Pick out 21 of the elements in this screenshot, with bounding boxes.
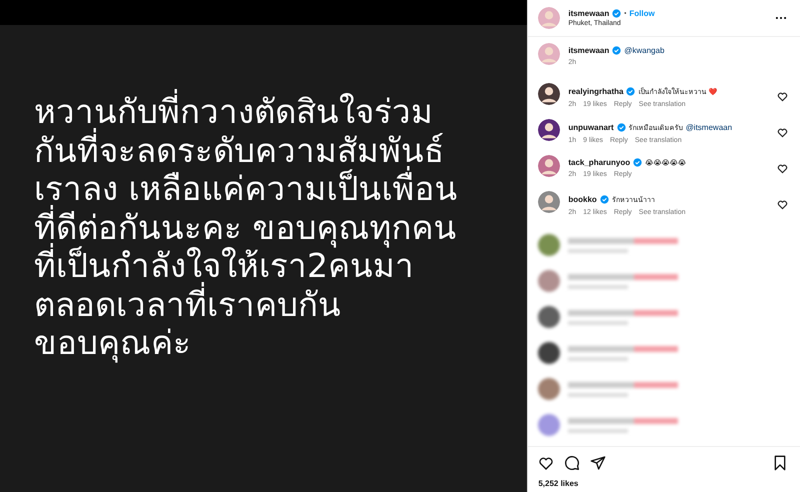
likes-count[interactable]: 5,252 likes (538, 479, 788, 488)
heart-icon[interactable] (777, 199, 788, 210)
bookmark-icon[interactable] (772, 455, 788, 471)
username[interactable]: bookko (568, 195, 597, 204)
username[interactable]: realyingrhatha (568, 87, 624, 96)
comment-icon[interactable] (564, 455, 580, 471)
avatar[interactable] (538, 119, 560, 141)
mention-link[interactable]: @kwangab (624, 46, 664, 55)
mention-link[interactable]: @itsmewaan (686, 123, 732, 132)
username[interactable]: unpuwanart (568, 123, 614, 132)
username[interactable]: itsmewaan (568, 46, 610, 55)
heart-icon[interactable] (777, 91, 788, 102)
caption-text: ขอบคุณค่ะ (34, 324, 192, 362)
follow-link[interactable]: Follow (629, 9, 655, 18)
username[interactable]: itsmewaan (568, 9, 610, 18)
avatar[interactable] (538, 83, 560, 105)
heart-icon[interactable] (538, 455, 554, 471)
heart-icon[interactable] (777, 127, 788, 138)
share-icon[interactable] (590, 455, 606, 471)
heart-icon[interactable] (777, 163, 788, 174)
username[interactable]: tack_pharunyoo (568, 158, 630, 167)
